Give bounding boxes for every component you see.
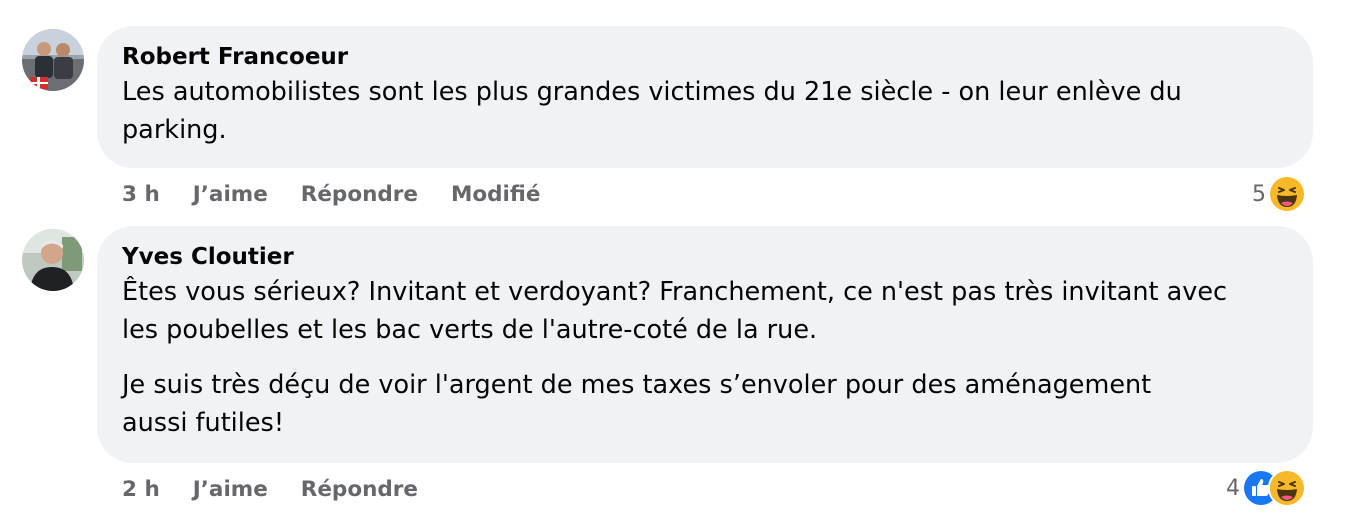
comment-text: aussi futiles! bbox=[122, 408, 285, 438]
reply-button[interactable]: Répondre bbox=[301, 477, 418, 502]
comment-actions: 3 h J’aime Répondre Modifié bbox=[122, 179, 573, 209]
comment-actions: 2 h J’aime Répondre bbox=[122, 474, 451, 504]
comment-text: les poubelles et les bac verts de l'autr… bbox=[122, 315, 818, 345]
haha-icon bbox=[1268, 469, 1306, 507]
like-button[interactable]: J’aime bbox=[193, 182, 268, 207]
comment-text: Êtes vous sérieux? Invitant et verdoyant… bbox=[122, 277, 1228, 307]
comment-author[interactable]: Robert Francoeur bbox=[122, 42, 1273, 72]
reply-button[interactable]: Répondre bbox=[301, 182, 418, 207]
comment-text: Je suis très déçu de voir l'argent de me… bbox=[122, 370, 1152, 400]
comment-bubble: Robert Francoeur Les automobilistes sont… bbox=[97, 26, 1313, 168]
like-button[interactable]: J’aime bbox=[193, 477, 268, 502]
comment-text: Les automobilistes sont les plus grandes… bbox=[122, 77, 1182, 107]
edited-label[interactable]: Modifié bbox=[451, 182, 540, 207]
avatar[interactable] bbox=[22, 29, 84, 91]
reaction-count: 4 bbox=[1226, 475, 1240, 501]
haha-icon bbox=[1268, 175, 1306, 213]
comment-bubble: Yves Cloutier Êtes vous sérieux? Invitan… bbox=[97, 226, 1313, 463]
comment-author[interactable]: Yves Cloutier bbox=[122, 242, 1273, 272]
avatar[interactable] bbox=[22, 229, 84, 291]
reaction-summary[interactable]: 5 bbox=[1252, 175, 1306, 213]
comment-time[interactable]: 3 h bbox=[122, 182, 160, 207]
comment-text: parking. bbox=[122, 115, 227, 145]
reaction-count: 5 bbox=[1252, 181, 1266, 207]
comment-time[interactable]: 2 h bbox=[122, 477, 160, 502]
reaction-summary[interactable]: 4 bbox=[1226, 469, 1306, 507]
